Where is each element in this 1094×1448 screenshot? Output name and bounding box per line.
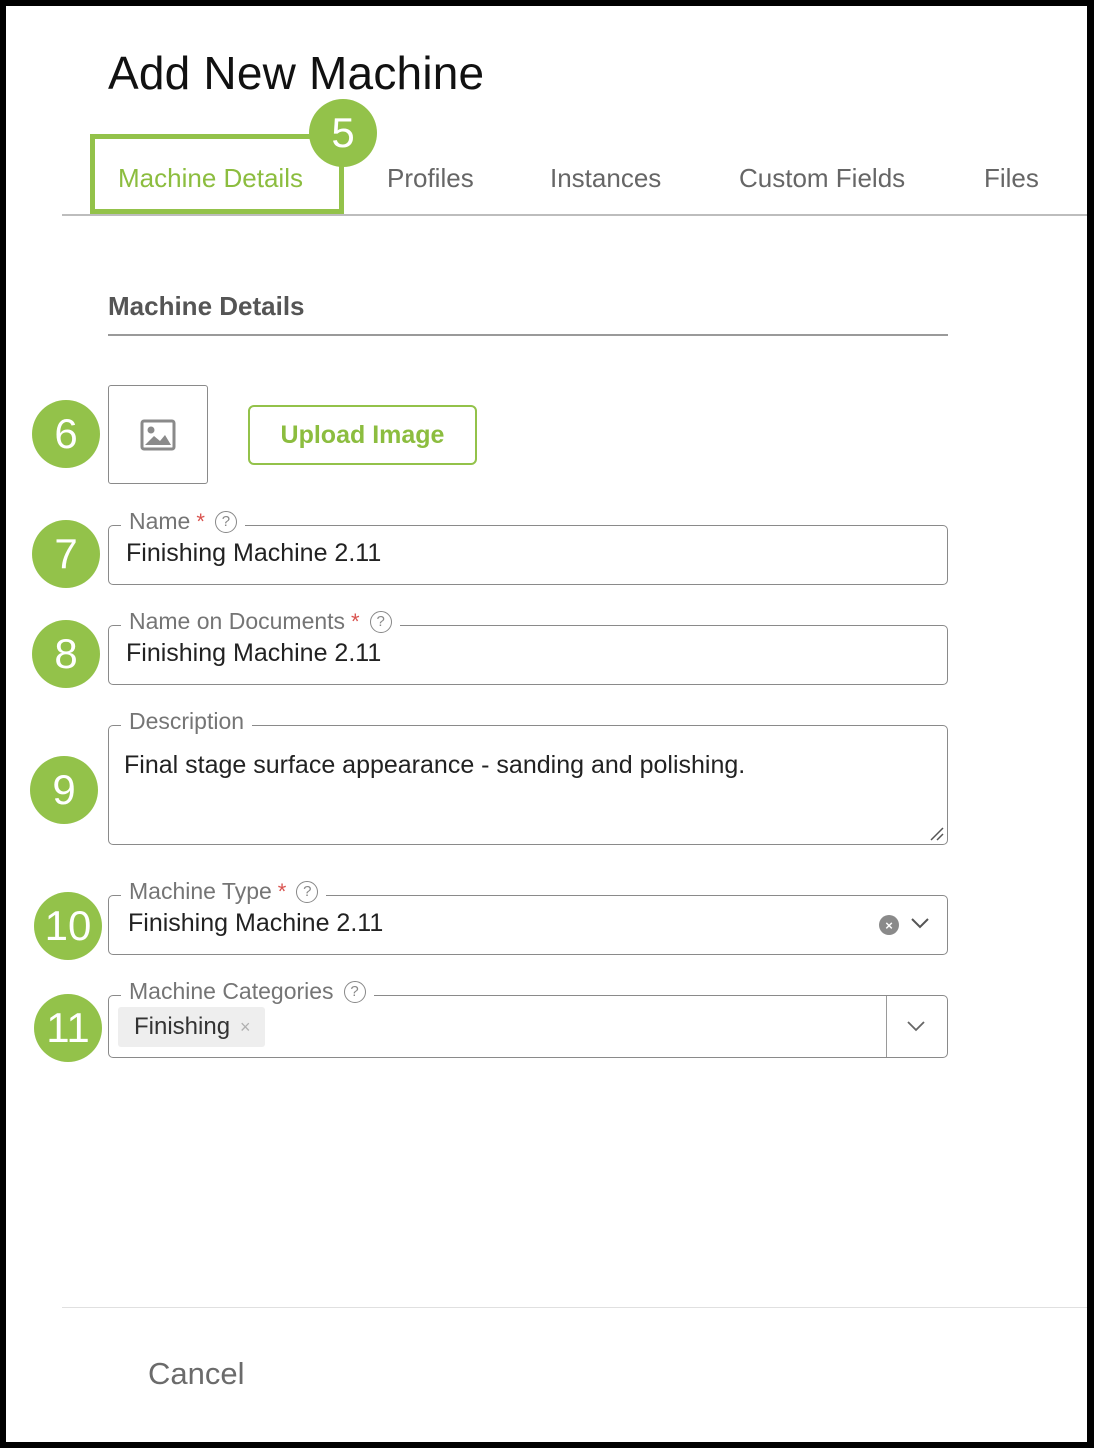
callout-marker-11: 11 [34, 994, 102, 1062]
category-chip-label: Finishing [134, 1013, 231, 1040]
machine-categories-field-label: Machine Categories ? [121, 978, 374, 1005]
callout-marker-6: 6 [32, 400, 100, 468]
callout-marker-9: 9 [30, 756, 98, 824]
help-icon[interactable]: ? [214, 510, 237, 533]
section-title: Machine Details [108, 291, 305, 321]
tab-files[interactable]: Files [984, 163, 1039, 194]
upload-image-button[interactable]: Upload Image [248, 405, 477, 465]
name-on-documents-input[interactable]: Finishing Machine 2.11 [126, 639, 381, 668]
required-asterisk: * [196, 508, 205, 534]
category-chip: Finishing × [118, 1007, 265, 1047]
image-placeholder[interactable] [108, 385, 208, 484]
name-on-documents-field-label: Name on Documents * ? [121, 608, 400, 635]
footer-divider [62, 1307, 1087, 1308]
tab-instances[interactable]: Instances [550, 163, 661, 194]
name-field[interactable]: Name * ? Finishing Machine 2.11 [108, 508, 948, 585]
page-title: Add New Machine [108, 47, 485, 99]
name-on-documents-field[interactable]: Name on Documents * ? Finishing Machine … [108, 608, 948, 685]
section-divider [108, 334, 948, 336]
required-asterisk: * [277, 878, 287, 904]
image-icon [140, 419, 176, 450]
dropdown-divider [885, 996, 887, 1057]
cancel-button[interactable]: Cancel [148, 1356, 245, 1392]
machine-type-value: Finishing Machine 2.11 [128, 909, 384, 937]
name-on-documents-label-text: Name on Documents [129, 608, 346, 634]
description-field-label: Description [121, 708, 253, 735]
tabs-underline [62, 214, 1087, 216]
name-field-label: Name * ? [121, 508, 245, 535]
help-icon[interactable]: ? [343, 980, 366, 1003]
dialog-frame: Add New Machine Machine Details Profiles… [6, 6, 1087, 1442]
machine-categories-select[interactable]: Machine Categories ? Finishing × [108, 978, 948, 1058]
machine-type-select[interactable]: Machine Type * ? Finishing Machine 2.11 … [108, 878, 948, 955]
active-tab-highlight [90, 134, 344, 214]
chip-remove-icon[interactable]: × [240, 1017, 251, 1038]
required-asterisk: * [351, 608, 360, 634]
chevron-down-icon[interactable] [905, 1018, 927, 1034]
tab-profiles[interactable]: Profiles [387, 163, 474, 194]
name-input[interactable]: Finishing Machine 2.11 [126, 539, 381, 568]
callout-marker-10: 10 [34, 892, 102, 960]
help-icon[interactable]: ? [369, 610, 392, 633]
chevron-down-icon[interactable] [909, 915, 931, 931]
description-textarea[interactable]: Final stage surface appearance - sanding… [124, 751, 745, 780]
name-label-text: Name [129, 508, 191, 534]
help-icon[interactable]: ? [296, 880, 319, 903]
machine-categories-label-text: Machine Categories [129, 978, 334, 1004]
tab-custom-fields[interactable]: Custom Fields [739, 163, 905, 194]
description-field[interactable]: Description Final stage surface appearan… [108, 708, 948, 845]
resize-handle-icon[interactable] [929, 826, 945, 842]
callout-marker-5: 5 [309, 99, 377, 167]
machine-type-field-label: Machine Type * ? [121, 878, 327, 905]
clear-icon[interactable]: × [879, 915, 899, 935]
callout-marker-8: 8 [32, 620, 100, 688]
machine-type-label-text: Machine Type [129, 878, 272, 904]
description-label-text: Description [129, 708, 245, 734]
callout-marker-7: 7 [32, 520, 100, 588]
